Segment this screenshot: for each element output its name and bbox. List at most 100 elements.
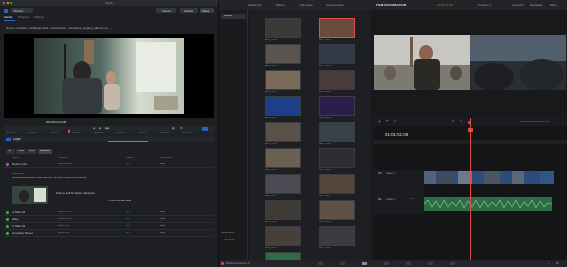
media-pool-thumbnail[interactable] xyxy=(319,226,355,246)
bin-list xyxy=(219,10,248,260)
settings-icon[interactable]: ⚙ xyxy=(180,127,183,130)
play-icon[interactable]: ▶ xyxy=(99,127,101,130)
media-pool-thumbnail[interactable] xyxy=(265,96,301,116)
clip-color-dot xyxy=(6,211,9,214)
edit-page-icon[interactable] xyxy=(362,261,367,265)
timeline-timecode: 01:01:51:08 xyxy=(385,132,409,137)
row-comments[interactable]: view xyxy=(160,225,165,228)
ruler-tick: 00:00:15 xyxy=(72,132,82,134)
description-text: Additional description and notes for thi… xyxy=(12,177,87,179)
ruler-tick: 00:00:30 xyxy=(138,132,148,134)
home-icon[interactable]: ⌂ xyxy=(548,262,550,265)
media-pool-thumbnail[interactable] xyxy=(265,174,301,194)
share-label: Share xyxy=(202,9,210,13)
table-row[interactable] xyxy=(4,223,214,230)
media-pool-thumbnail[interactable] xyxy=(319,122,355,142)
color-page-icon[interactable] xyxy=(406,261,411,265)
table-row[interactable] xyxy=(4,209,214,216)
media-pool-thumbnail[interactable] xyxy=(265,70,301,90)
blade-tool-icon[interactable]: ✂ xyxy=(394,120,397,123)
thumbnail-label: A001_C003 xyxy=(265,39,277,41)
row-comments[interactable]: view xyxy=(160,218,165,221)
video-clip[interactable] xyxy=(424,171,540,184)
zoom-slider[interactable] xyxy=(520,121,550,122)
row-rating: ● 3 xyxy=(126,232,130,235)
media-pool-thumbnail[interactable] xyxy=(319,174,355,194)
description-label: Description xyxy=(12,173,25,175)
ruler-tick: 00:00:35 xyxy=(160,132,170,134)
tab-metadata[interactable]: Metadata xyxy=(530,4,542,7)
program-timeline-name[interactable]: Timeline 1 xyxy=(478,4,491,7)
column-comments[interactable]: Comments xyxy=(160,157,173,160)
fairlight-page-icon[interactable] xyxy=(428,261,433,265)
previous-frame-icon[interactable]: ◀ xyxy=(93,127,95,130)
row-rating: ● 2 xyxy=(126,218,130,221)
thumbnail-label: B004_C006 xyxy=(319,247,331,249)
media-pool-thumbnail[interactable] xyxy=(319,44,355,64)
select-tool-icon[interactable]: ▲ xyxy=(378,120,381,123)
media-pool-thumbnail[interactable] xyxy=(265,148,301,168)
tab-shared[interactable]: Shared xyxy=(34,16,44,19)
video-clip[interactable] xyxy=(540,171,554,184)
thumbnail-label: A002_C009 xyxy=(319,65,331,67)
deliver-page-icon[interactable] xyxy=(450,261,455,265)
timeline-playhead[interactable] xyxy=(470,118,471,260)
media-pool-thumbnail[interactable] xyxy=(265,122,301,142)
row-comments[interactable]: view xyxy=(160,163,165,166)
tab-edit-index[interactable]: Edit Index xyxy=(300,4,313,7)
media-pool-thumbnail[interactable] xyxy=(319,148,355,168)
thumbnail-image xyxy=(12,186,48,204)
settings-gear-icon[interactable]: ⚙ xyxy=(556,262,559,265)
link-icon[interactable]: ∞ xyxy=(460,120,462,123)
tab-mixer[interactable]: Mixer xyxy=(550,4,557,7)
playhead-handle[interactable] xyxy=(468,128,473,132)
tab-effects[interactable]: Effects xyxy=(276,4,285,7)
cut-page-icon[interactable] xyxy=(340,261,345,265)
grid-view-icon[interactable] xyxy=(4,8,8,13)
media-page-icon[interactable] xyxy=(318,261,323,265)
clip-thumbnail[interactable] xyxy=(12,186,48,204)
row-duration: 00:00:17:11 xyxy=(58,211,72,214)
playhead-marker[interactable] xyxy=(68,130,71,133)
table-row[interactable] xyxy=(4,230,214,237)
column-duration[interactable]: Duration xyxy=(58,157,68,160)
tab-sound-library[interactable]: Sound Library xyxy=(326,4,344,7)
snap-icon[interactable]: ⊓ xyxy=(452,120,454,123)
media-pool-thumbnail[interactable] xyxy=(265,226,301,246)
trim-tool-icon[interactable]: ⊢ xyxy=(386,120,389,123)
keywords-label[interactable]: Keywords xyxy=(224,239,235,241)
program-viewer[interactable] xyxy=(374,35,566,91)
filter-all-label: All xyxy=(8,150,11,152)
volume-icon[interactable]: ◉ xyxy=(172,127,175,130)
thumbnail-label: B004_C002 xyxy=(265,247,277,249)
tab-media[interactable]: Media xyxy=(4,16,12,19)
program-title: FILM INTEGRATION xyxy=(376,3,407,7)
table-row[interactable] xyxy=(4,216,214,223)
media-pool-thumbnail[interactable] xyxy=(319,70,355,90)
table-row[interactable] xyxy=(4,161,214,168)
media-pool-thumbnail[interactable] xyxy=(265,44,301,64)
media-pool-thumbnail[interactable] xyxy=(265,18,301,38)
column-rating[interactable]: Rating xyxy=(126,157,134,160)
media-pool-thumbnail[interactable] xyxy=(265,200,301,220)
media-pool-thumbnail[interactable] xyxy=(319,96,355,116)
project-name: DaVinci Resolve 17 xyxy=(226,262,251,265)
viewer-timecode: 00:00:03:18 xyxy=(46,120,67,124)
tab-inspector[interactable]: Inspector xyxy=(512,4,524,7)
tab-media-pool[interactable]: Media Pool xyxy=(248,4,262,7)
audio-clip[interactable] xyxy=(423,197,553,211)
tab-projects[interactable]: Projects xyxy=(18,16,29,19)
fullscreen-icon[interactable] xyxy=(202,126,208,131)
next-frame-icon[interactable]: ▶▶ xyxy=(105,127,110,130)
breadcrumb[interactable]: Home › Rushes › Drafting's Hub › Final D… xyxy=(6,27,126,30)
thumbnail-label: A004_C001 xyxy=(265,117,277,119)
search-label: Search xyxy=(162,9,171,13)
row-comments[interactable]: view xyxy=(160,232,165,235)
clip-viewer[interactable] xyxy=(4,34,214,118)
column-name[interactable]: Name xyxy=(12,157,19,160)
media-pool-thumbnail[interactable] xyxy=(319,18,355,38)
fusion-page-icon[interactable] xyxy=(384,261,389,265)
media-pool-thumbnail[interactable] xyxy=(319,200,355,220)
row-comments[interactable]: view xyxy=(160,211,165,214)
row-rating: ● 3 xyxy=(126,211,130,214)
